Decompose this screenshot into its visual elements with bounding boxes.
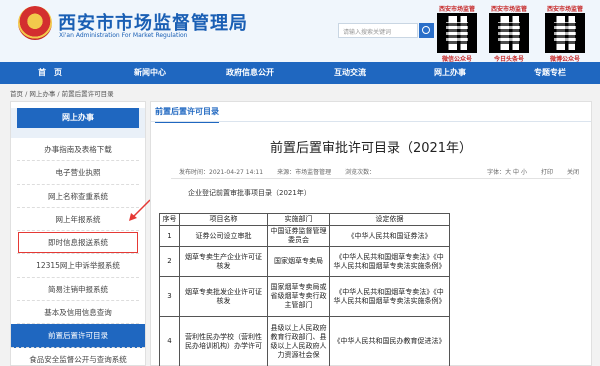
view-count: 浏览次数： [345, 169, 376, 176]
sidebar-item-e-license[interactable]: 电子营业执照 [17, 161, 139, 185]
sidebar-item-simple-cancel[interactable]: 简易注销申报系统 [17, 278, 139, 302]
font-size-switch[interactable]: 字体：大 中 小 [487, 167, 527, 176]
cell-index: 2 [159, 246, 180, 277]
site-subtitle: Xi'an Administration For Market Regulati… [59, 32, 188, 39]
article-meta: 发布时间：2021-04-27 14:11 来源：市场监督管理 浏览次数： 字体… [179, 167, 579, 176]
cell-basis: 《中华人民共和国民办教育促进法》 [329, 316, 450, 366]
cell-index: 1 [159, 225, 180, 247]
sidebar-item-annual-report[interactable]: 网上年报系统 [17, 208, 139, 232]
page-title: 前置后置审批许可目录（2021年） [269, 141, 473, 156]
nav-home[interactable]: 首 页 [0, 62, 100, 84]
divider [171, 178, 571, 179]
cell-department: 县级以上人民政府教育行政部门、县级以上人民政府人力资源社会保 [267, 316, 330, 366]
sidebar-item-permit-catalog[interactable]: 前置后置许可目录 [11, 324, 145, 348]
cell-department: 国家烟草专卖局 [267, 246, 330, 277]
qr-weibo: 西安市场监管 微博公众号 [540, 4, 590, 63]
breadcrumb[interactable]: 首页 / 网上办事 / 前置后置许可目录 [10, 88, 114, 98]
qr-title: 西安市场监管 [490, 6, 527, 13]
cell-department: 国家烟草专卖局或省级烟草专卖行政主管部门 [267, 276, 330, 317]
sidebar-item-guide[interactable]: 办事指南及表格下载 [17, 138, 139, 162]
qr-code-icon [437, 13, 477, 53]
nav-news[interactable]: 新闻中心 [100, 62, 200, 84]
column-header: 设定依据 [329, 213, 450, 226]
publish-time: 发布时间：2021-04-27 14:11 [179, 169, 264, 176]
main-content: 前置后置许可目录 前置后置审批许可目录（2021年） 发布时间：2021-04-… [150, 101, 592, 366]
sidebar-item-credit-query[interactable]: 基本及信用信息查询 [17, 301, 139, 325]
cell-basis: 《中华人民共和国证券法》 [329, 225, 450, 247]
cell-project: 营利性民办学校（营利性民办培训机构）办学许可 [179, 316, 268, 366]
cell-project: 证券公司设立审批 [179, 225, 268, 247]
qr-title: 西安市场监管 [438, 6, 475, 13]
table-row: 3 烟草专卖批发企业许可证核发 国家烟草专卖局或省级烟草专卖行政主管部门 《中华… [159, 276, 450, 317]
qr-title: 西安市场监管 [546, 6, 583, 13]
search-input[interactable]: 请输入搜索关键词 [338, 23, 418, 38]
nav-topics[interactable]: 专题专栏 [500, 62, 600, 84]
cell-project: 烟草专卖生产企业许可证核发 [179, 246, 268, 277]
qr-code-icon [489, 13, 529, 53]
cell-department: 中国证券监督管理委员会 [267, 225, 330, 247]
sidebar: 网上办事 办事指南及表格下载 电子营业执照 网上名称查重系统 网上年报系统 即时… [10, 101, 146, 366]
sidebar-item-instant-info[interactable]: 即时信息报送系统 [17, 231, 139, 255]
sidebar-heading: 网上办事 [17, 108, 139, 128]
sidebar-item-12315[interactable]: 12315网上申诉举报系统 [17, 254, 139, 278]
cell-index: 4 [159, 316, 180, 366]
qr-code-icon [545, 13, 585, 53]
cell-project: 烟草专卖批发企业许可证核发 [179, 276, 268, 317]
table-header-row: 序号 项目名称 实施部门 设定依据 [159, 213, 450, 226]
nav-gov-info[interactable]: 政府信息公开 [200, 62, 300, 84]
sidebar-item-food-safety[interactable]: 食品安全监督公开与查询系统 [17, 348, 139, 366]
cell-basis: 《中华人民共和国烟草专卖法》《中华人民共和国烟草专卖法实施条例》 [329, 246, 450, 277]
cell-index: 3 [159, 276, 180, 317]
permit-table: 序号 项目名称 实施部门 设定依据 1 证券公司设立审批 中国证券监督管理委员会… [159, 213, 450, 366]
nav-online-services[interactable]: 网上办事 [400, 62, 500, 84]
sidebar-item-name-check[interactable]: 网上名称查重系统 [17, 185, 139, 208]
national-emblem-icon [18, 6, 52, 40]
table-row: 1 证券公司设立审批 中国证券监督管理委员会 《中华人民共和国证券法》 [159, 225, 450, 247]
column-header: 项目名称 [179, 213, 268, 226]
site-header: 西安市市场监督管理局 Xi'an Administration For Mark… [0, 0, 600, 63]
close-button[interactable]: 关闭 [567, 167, 579, 176]
column-header: 实施部门 [267, 213, 330, 226]
table-row: 2 烟草专卖生产企业许可证核发 国家烟草专卖局 《中华人民共和国烟草专卖法》《中… [159, 246, 450, 277]
cell-basis: 《中华人民共和国烟草专卖法》《中华人民共和国烟草专卖法实施条例》 [329, 276, 450, 317]
source: 来源：市场监督管理 [277, 169, 332, 176]
column-header: 序号 [159, 213, 180, 226]
qr-wechat: 西安市场监管 微信公众号 [432, 4, 482, 63]
qr-toutiao: 西安市场监管 今日头条号 [484, 4, 534, 63]
sidebar-header: 网上办事 [11, 108, 145, 138]
table-caption: 企业登记前置审批事项目录（2021年） [188, 189, 311, 197]
main-nav: 首 页 新闻中心 政府信息公开 互动交流 网上办事 专题专栏 [0, 62, 600, 84]
nav-interaction[interactable]: 互动交流 [300, 62, 400, 84]
divider [151, 121, 591, 122]
table-row: 4 营利性民办学校（营利性民办培训机构）办学许可 县级以上人民政府教育行政部门、… [159, 316, 450, 366]
print-button[interactable]: 打印 [541, 167, 553, 176]
